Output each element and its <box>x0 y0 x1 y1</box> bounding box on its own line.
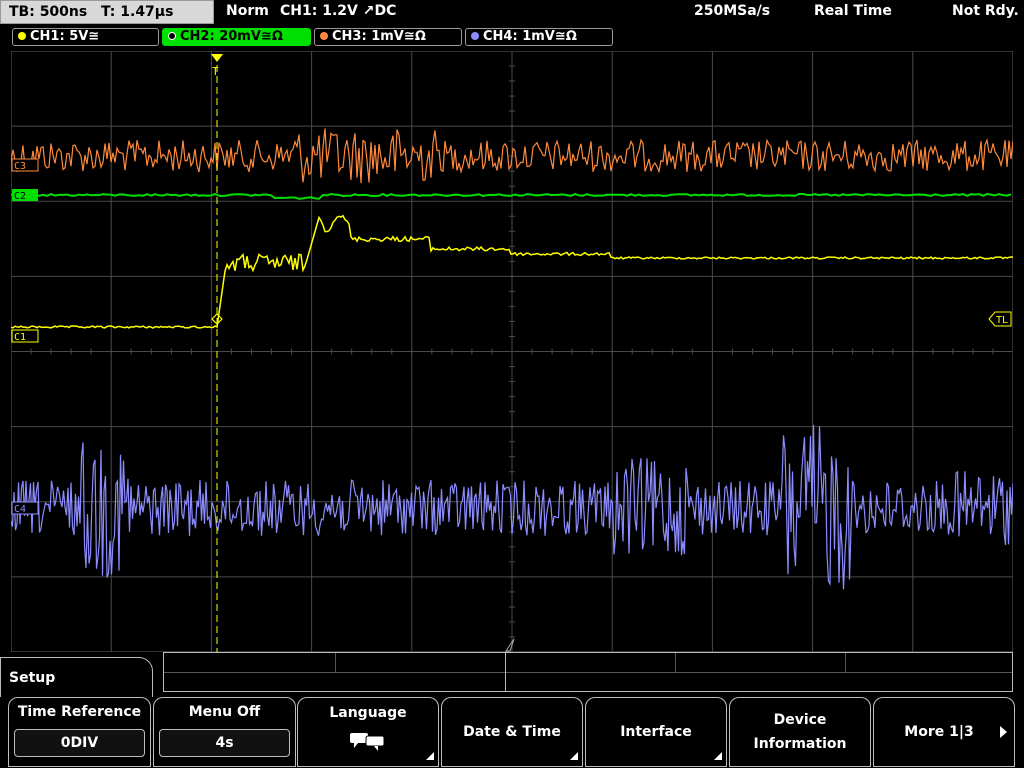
device-information-line2: Information <box>753 736 847 752</box>
submenu-corner-icon <box>426 752 434 760</box>
ch2-marker-label: C2 <box>14 191 26 202</box>
ch1-offset-marker[interactable]: C1 <box>11 329 39 343</box>
menu-off-value[interactable]: 4s <box>159 729 290 757</box>
ch4-color-dot <box>471 32 479 40</box>
acquisition-mode: Real Time <box>814 3 892 19</box>
device-information-line1: Device <box>773 712 827 728</box>
menu-off-softkey[interactable]: Menu Off 4s <box>153 697 296 767</box>
date-time-label: Date & Time <box>463 724 561 740</box>
channel-tab-ch3[interactable]: CH3: 1mV≅Ω <box>314 28 462 46</box>
more-softkey[interactable]: More 1|3 <box>873 697 1015 767</box>
ch1-color-dot <box>18 32 26 40</box>
ch3-marker-label: C3 <box>14 161 26 172</box>
ch3-color-dot <box>320 32 328 40</box>
submenu-corner-icon <box>714 752 722 760</box>
submenu-corner-icon <box>570 752 578 760</box>
menu-off-label: Menu Off <box>188 704 261 720</box>
timebase-box[interactable]: TB: 500ns T: 1.47µs <box>0 0 214 24</box>
ch4-label: CH4: 1mV≅Ω <box>483 29 577 44</box>
next-page-icon <box>1000 726 1007 738</box>
ch2-label: CH2: 20mV≅Ω <box>180 29 283 44</box>
interface-label: Interface <box>620 724 692 740</box>
softkey-info-strip <box>163 652 1013 692</box>
trigger-source: CH1: 1.2V ↗DC <box>280 3 397 19</box>
time-reference-label: Time Reference <box>17 704 142 720</box>
time-reference-value[interactable]: 0DIV <box>14 729 145 757</box>
language-label: Language <box>329 705 407 721</box>
ch1-label: CH1: 5V≅ <box>30 29 100 44</box>
timebase-value: TB: 500ns <box>9 4 88 20</box>
trigger-time-value: T: 1.47µs <box>101 4 174 20</box>
ch2-offset-marker[interactable]: C2 <box>12 189 38 202</box>
ch4-offset-marker[interactable]: C4 <box>11 501 39 515</box>
waveform-display[interactable]: T C3 C2 C1 C4 TL <box>11 51 1013 652</box>
channel-tab-ch1[interactable]: CH1: 5V≅ <box>12 28 159 46</box>
date-time-softkey[interactable]: Date & Time <box>441 697 583 767</box>
channel-tab-ch4[interactable]: CH4: 1mV≅Ω <box>465 28 613 46</box>
speech-bubbles-icon <box>350 733 385 751</box>
ch4-marker-label: C4 <box>14 504 26 515</box>
ch3-offset-marker[interactable]: C3 <box>11 158 39 172</box>
trigger-pos-label: T <box>212 65 219 78</box>
trigger-level-label: TL <box>996 315 1008 326</box>
trigger-mode: Norm <box>226 3 269 19</box>
status-bar: TB: 500ns T: 1.47µs Norm CH1: 1.2V ↗DC 2… <box>0 0 1024 24</box>
menu-title: Setup <box>9 670 56 686</box>
ch3-label: CH3: 1mV≅Ω <box>332 29 426 44</box>
more-label: More 1|3 <box>904 724 974 740</box>
acquisition-status: Not Rdy. <box>952 3 1019 19</box>
sample-rate: 250MSa/s <box>694 3 771 19</box>
ch2-color-dot <box>168 32 176 40</box>
channel-tab-ch2[interactable]: CH2: 20mV≅Ω <box>162 28 311 46</box>
device-information-softkey[interactable]: Device Information <box>729 697 871 767</box>
language-softkey[interactable]: Language <box>297 697 439 767</box>
time-reference-softkey[interactable]: Time Reference 0DIV <box>8 697 151 767</box>
interface-softkey[interactable]: Interface <box>585 697 727 767</box>
menu-title-tab: Setup <box>0 657 153 697</box>
ch1-marker-label: C1 <box>14 332 26 343</box>
